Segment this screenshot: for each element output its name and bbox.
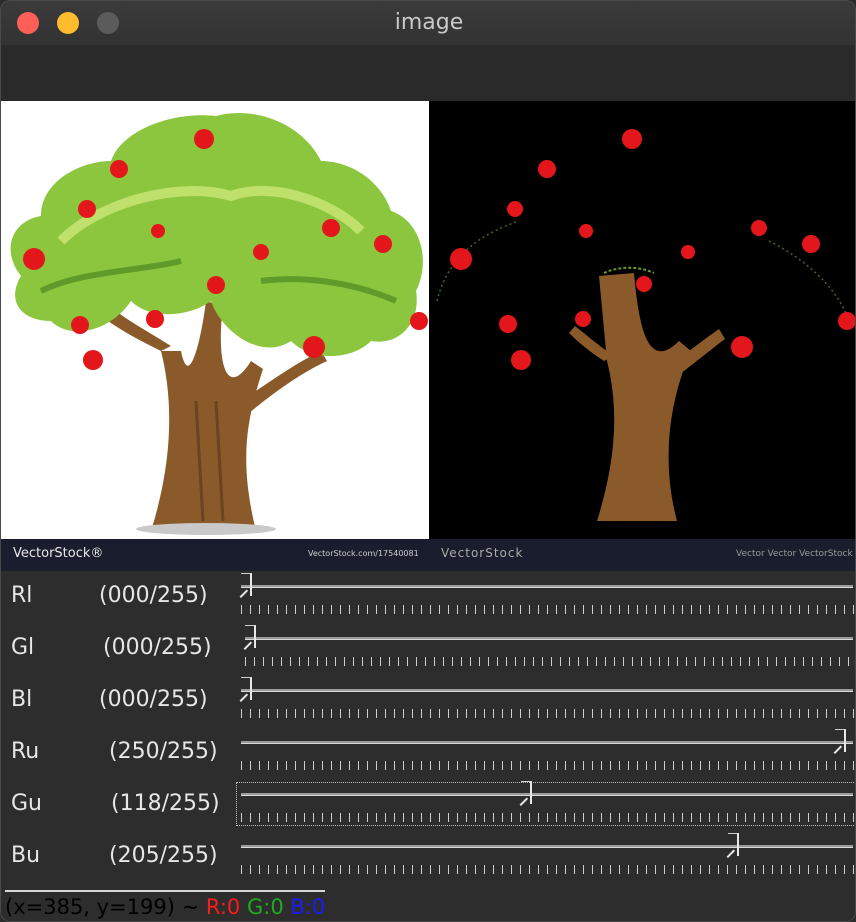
red-value: R:0 xyxy=(205,895,241,919)
trackbar-track xyxy=(241,585,853,588)
trackbar-ticks xyxy=(241,813,855,822)
apple-tree-image xyxy=(10,113,428,535)
trackbar-value: (250/255) xyxy=(109,739,218,764)
trackbar-handle[interactable] xyxy=(245,625,256,648)
trackbar-value: (118/255) xyxy=(111,791,220,816)
trackbar-handle[interactable] xyxy=(241,677,252,700)
trackbar-row-rl: Rl (000/255) xyxy=(1,571,855,623)
trackbar-gl[interactable] xyxy=(241,625,855,669)
trackbar-label: Ru xyxy=(11,739,40,764)
trackbar-handle[interactable] xyxy=(835,729,847,752)
trackbar-handle[interactable] xyxy=(728,833,740,856)
trackbar-label: Bu xyxy=(11,843,41,868)
vectorstock-logo: VectorStock® xyxy=(13,546,104,561)
banner-url: VectorStock.com/17540081 xyxy=(308,549,419,558)
trackbar-value: (000/255) xyxy=(99,687,208,712)
trackbar-label: Gu xyxy=(11,791,42,816)
trackbar-row-bu: Bu (205/255) xyxy=(1,831,855,883)
banner-id: VectorStock xyxy=(441,546,524,560)
trackbar-bu[interactable] xyxy=(237,833,855,877)
trackbar-ticks xyxy=(241,865,855,874)
trackbar-value: (000/255) xyxy=(99,583,208,608)
title-bar: image xyxy=(1,1,855,46)
trackbar-row-ru: Ru (250/255) xyxy=(1,727,855,779)
trackbar-track xyxy=(241,793,853,796)
green-value: G:0 xyxy=(246,895,284,919)
status-bar: (x=385, y=199) ~ R:0 G:0 B:0 xyxy=(1,888,855,921)
trackbar-gu[interactable] xyxy=(236,781,855,826)
banner-credit: Vector Vector VectorStock xyxy=(736,549,853,559)
trackbar-ticks xyxy=(241,709,855,718)
window-title: image xyxy=(394,10,464,35)
trackbar-ticks xyxy=(245,657,855,666)
trackbar-value: (205/255) xyxy=(109,843,218,868)
blue-value: B:0 xyxy=(290,895,326,919)
original-image xyxy=(1,101,429,541)
image-display[interactable]: VectorStock® VectorStock.com/17540081 Ve… xyxy=(1,101,855,571)
trackbar-label: Bl xyxy=(11,687,33,712)
trackbar-panel: Rl (000/255) Gl (000/255) Bl (000/255) R… xyxy=(1,571,855,889)
trackbar-label: Rl xyxy=(11,583,33,608)
trackbar-row-gl: Gl (000/255) xyxy=(1,623,855,675)
trackbar-ticks xyxy=(241,761,855,770)
toolbar xyxy=(1,45,855,101)
filtered-image xyxy=(429,101,855,541)
filtered-tree-image xyxy=(436,129,855,521)
trackbar-track xyxy=(241,689,853,692)
trackbar-row-bl: Bl (000/255) xyxy=(1,675,855,727)
pixel-readout: (x=385, y=199) ~ R:0 G:0 B:0 xyxy=(5,890,326,921)
app-window: image VectorStock® VectorStock.com/17540… xyxy=(0,0,856,922)
trackbar-rl[interactable] xyxy=(237,573,855,617)
trackbar-bl[interactable] xyxy=(237,677,855,721)
trackbar-value: (000/255) xyxy=(103,635,212,660)
trackbar-handle[interactable] xyxy=(241,573,252,596)
trackbar-track xyxy=(241,741,853,744)
trackbar-track xyxy=(245,637,853,640)
trackbar-ticks xyxy=(241,605,855,614)
trackbar-handle[interactable] xyxy=(521,781,533,804)
trackbar-ru[interactable] xyxy=(237,729,855,773)
cursor-coordinates: (x=385, y=199) ~ xyxy=(5,895,206,919)
trackbar-label: Gl xyxy=(11,635,35,660)
trackbar-row-gu: Gu (118/255) xyxy=(1,779,855,831)
watermark-banner: VectorStock® VectorStock.com/17540081 Ve… xyxy=(1,539,855,571)
trackbar-track xyxy=(241,845,853,848)
